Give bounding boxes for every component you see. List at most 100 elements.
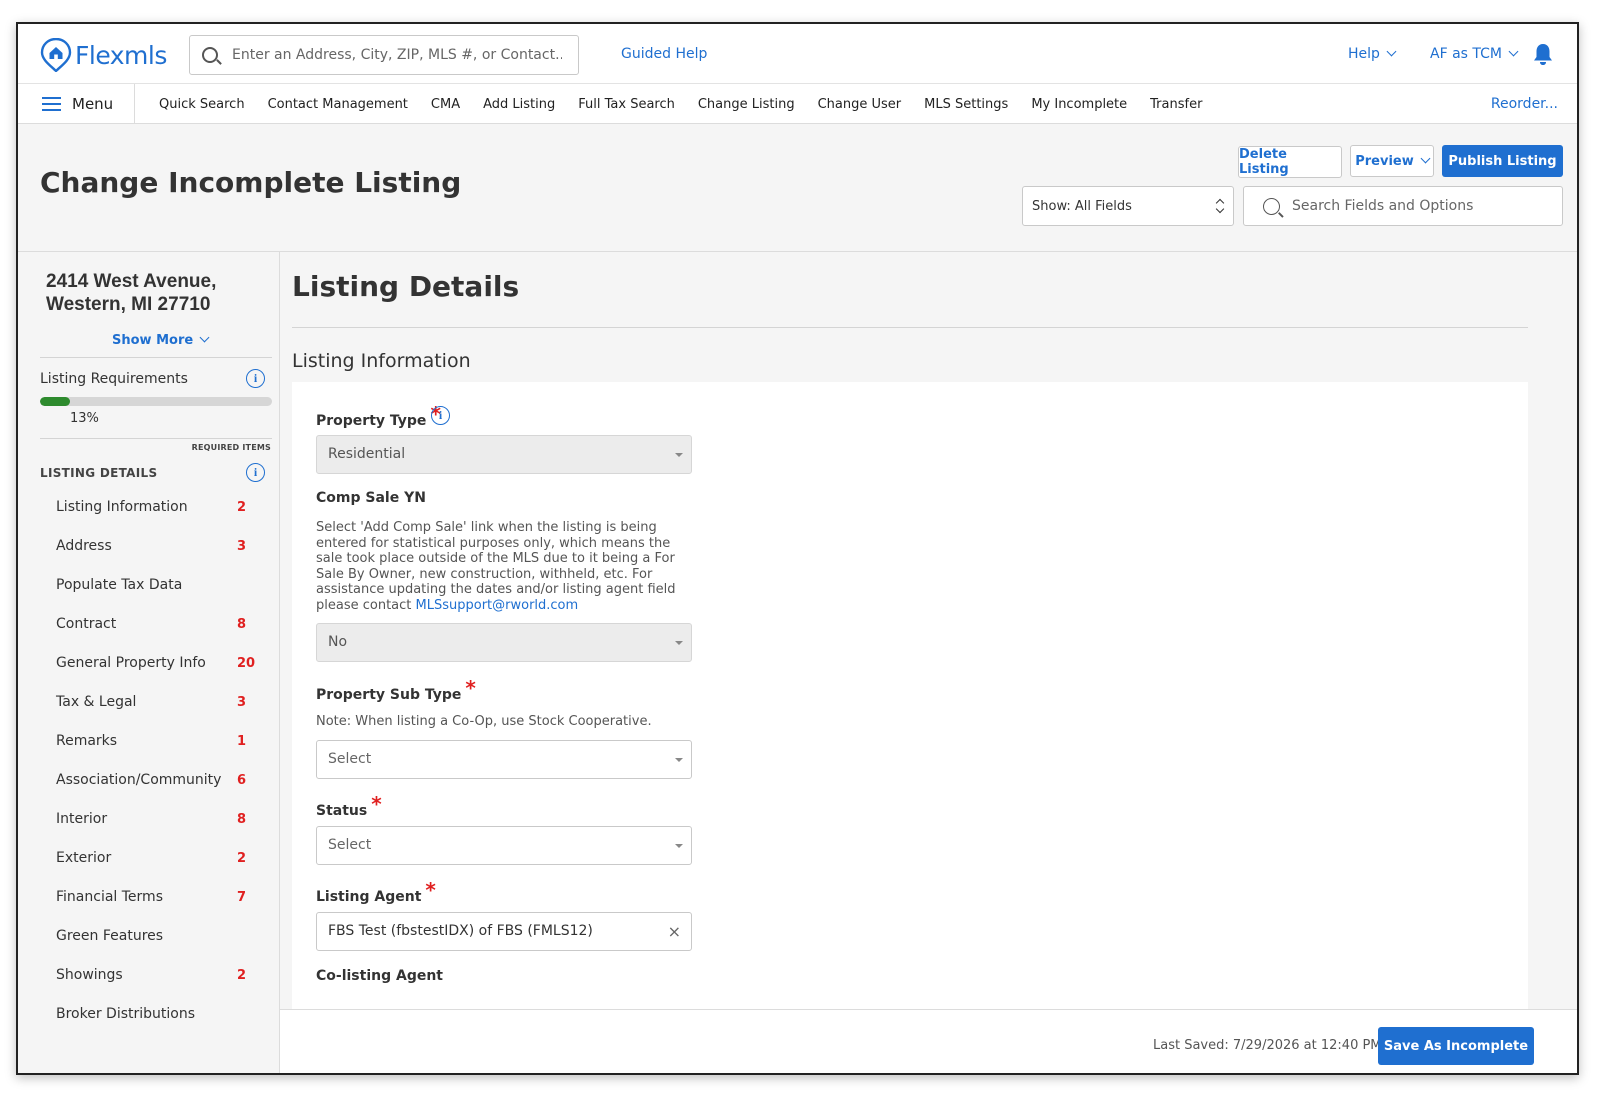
delete-listing-button[interactable]: Delete Listing [1238, 146, 1342, 178]
house-pin-icon [40, 38, 72, 72]
required-items-header: REQUIRED ITEMS [191, 443, 271, 452]
section-list: Listing Information 2 Address 3 Populate T… [18, 488, 280, 1034]
guided-help-link[interactable]: Guided Help [621, 46, 707, 62]
sidebar-item-green-features[interactable]: Green Features [18, 917, 280, 956]
global-search[interactable] [189, 35, 579, 75]
sidebar-item-association-community[interactable]: Association/Community 6 [18, 761, 280, 800]
save-as-incomplete-button[interactable]: Save As Incomplete [1378, 1027, 1534, 1065]
sidebar-item-contract[interactable]: Contract 8 [18, 605, 280, 644]
clear-icon[interactable]: × [668, 913, 681, 950]
nav-cma[interactable]: CMA [431, 97, 460, 112]
info-icon[interactable]: i [246, 369, 265, 388]
sidebar-item-label: Contract [56, 616, 117, 632]
property-sub-type-value: Select [328, 751, 372, 767]
sidebar-item-label: Showings [56, 967, 123, 983]
support-email-link[interactable]: MLSsupport@rworld.com [416, 598, 579, 613]
field-search-input[interactable] [1292, 198, 1562, 214]
requirements-progress-bar [40, 397, 272, 406]
sidebar-item-general-property-info[interactable]: General Property Info 20 [18, 644, 280, 683]
show-more-link[interactable]: Show More [112, 332, 210, 348]
nav-add-listing[interactable]: Add Listing [483, 97, 555, 112]
search-icon [202, 47, 218, 63]
global-search-input[interactable] [232, 47, 562, 63]
search-icon [1263, 197, 1280, 215]
field-search[interactable] [1243, 186, 1563, 226]
listing-agent-label-text: Listing Agent [316, 889, 422, 905]
reorder-link[interactable]: Reorder... [1491, 96, 1558, 112]
comp-sale-note: Select 'Add Comp Sale' link when the lis… [316, 520, 696, 613]
sidebar-item-financial-terms[interactable]: Financial Terms 7 [18, 878, 280, 917]
status-value: Select [328, 837, 372, 853]
listing-agent-input[interactable]: FBS Test (fbstestIDX) of FBS (FMLS12) × [316, 912, 692, 951]
preview-button[interactable]: Preview [1350, 145, 1434, 177]
divider [40, 357, 272, 358]
chevron-down-icon [1508, 46, 1519, 57]
sidebar: 2414 West Avenue, Western, MI 27710 Show… [18, 252, 280, 1073]
nav-my-incomplete[interactable]: My Incomplete [1031, 97, 1127, 112]
sidebar-item-label: Broker Distributions [56, 1006, 196, 1022]
required-count: 2 [237, 851, 247, 866]
listing-agent-label: Listing Agent * [316, 878, 436, 906]
help-label: Help [1348, 46, 1380, 62]
info-icon[interactable]: i [246, 463, 265, 482]
info-icon[interactable]: i [431, 406, 450, 425]
page-title: Change Incomplete Listing [40, 166, 462, 199]
property-sub-type-note: Note: When listing a Co-Op, use Stock Co… [316, 714, 652, 729]
sidebar-item-label: Financial Terms [56, 889, 163, 905]
sidebar-item-label: Address [56, 538, 112, 554]
comp-sale-label: Comp Sale YN [316, 490, 426, 506]
sidebar-item-address[interactable]: Address 3 [18, 527, 280, 566]
help-menu[interactable]: Help [1348, 46, 1397, 62]
required-count: 8 [237, 812, 247, 827]
menu-label: Menu [72, 95, 114, 113]
sidebar-item-listing-information[interactable]: Listing Information 2 [18, 488, 280, 527]
sidebar-item-tax-legal[interactable]: Tax & Legal 3 [18, 683, 280, 722]
sidebar-item-label: Green Features [56, 928, 164, 944]
sidebar-item-populate-tax-data[interactable]: Populate Tax Data [18, 566, 280, 605]
main-content: Listing Details Listing Information Prop… [280, 252, 1577, 1073]
nav-quick-search[interactable]: Quick Search [159, 97, 245, 112]
save-as-incomplete-label: Save As Incomplete [1383, 1038, 1529, 1054]
required-count: 20 [237, 656, 256, 671]
comp-sale-value: No [328, 634, 348, 650]
nav-change-listing[interactable]: Change Listing [698, 97, 795, 112]
nav-full-tax-search[interactable]: Full Tax Search [578, 97, 675, 112]
status-label: Status * [316, 792, 382, 820]
menu-button[interactable]: Menu [18, 84, 135, 124]
sidebar-item-label: Listing Information [56, 499, 188, 515]
sidebar-item-exterior[interactable]: Exterior 2 [18, 839, 280, 878]
user-menu[interactable]: AF as TCM [1430, 46, 1519, 62]
show-fields-select[interactable]: Show: All Fields [1022, 186, 1234, 226]
comp-sale-select[interactable]: No [316, 623, 692, 662]
required-star: * [465, 676, 476, 700]
preview-label: Preview [1355, 153, 1414, 169]
chevron-down-icon [1420, 153, 1431, 163]
status-select[interactable]: Select [316, 826, 692, 865]
sidebar-item-showings[interactable]: Showings 2 [18, 956, 280, 995]
property-type-label: Property Type * [316, 402, 441, 430]
section-title: Listing Details [292, 270, 520, 303]
sidebar-item-label: Remarks [56, 733, 118, 749]
sidebar-item-interior[interactable]: Interior 8 [18, 800, 280, 839]
flexmls-logo[interactable]: Flexmls [40, 38, 167, 72]
sidebar-item-remarks[interactable]: Remarks 1 [18, 722, 280, 761]
sidebar-item-label: Populate Tax Data [56, 577, 183, 593]
sidebar-item-label: Exterior [56, 850, 112, 866]
footer-bar: Last Saved: 7/29/2026 at 12:40 PM Save A… [280, 1009, 1577, 1073]
nav-transfer[interactable]: Transfer [1150, 97, 1202, 112]
divider [40, 438, 272, 439]
logo-text: Flexmls [75, 40, 167, 70]
nav-change-user[interactable]: Change User [818, 97, 902, 112]
nav-mls-settings[interactable]: MLS Settings [924, 97, 1008, 112]
nav-items: Quick Search Contact Management CMA Add … [159, 84, 1225, 124]
nav-contact-management[interactable]: Contact Management [268, 97, 408, 112]
co-listing-agent-label: Co-listing Agent [316, 968, 443, 984]
bell-icon[interactable] [1532, 42, 1554, 66]
property-sub-type-select[interactable]: Select [316, 740, 692, 779]
property-type-select[interactable]: Residential [316, 435, 692, 474]
sidebar-item-broker-distributions[interactable]: Broker Distributions [18, 995, 280, 1034]
publish-listing-button[interactable]: Publish Listing [1442, 145, 1563, 177]
delete-listing-label: Delete Listing [1239, 147, 1289, 177]
listing-requirements-label: Listing Requirements [40, 371, 188, 387]
dropdown-arrow-icon [675, 453, 683, 457]
